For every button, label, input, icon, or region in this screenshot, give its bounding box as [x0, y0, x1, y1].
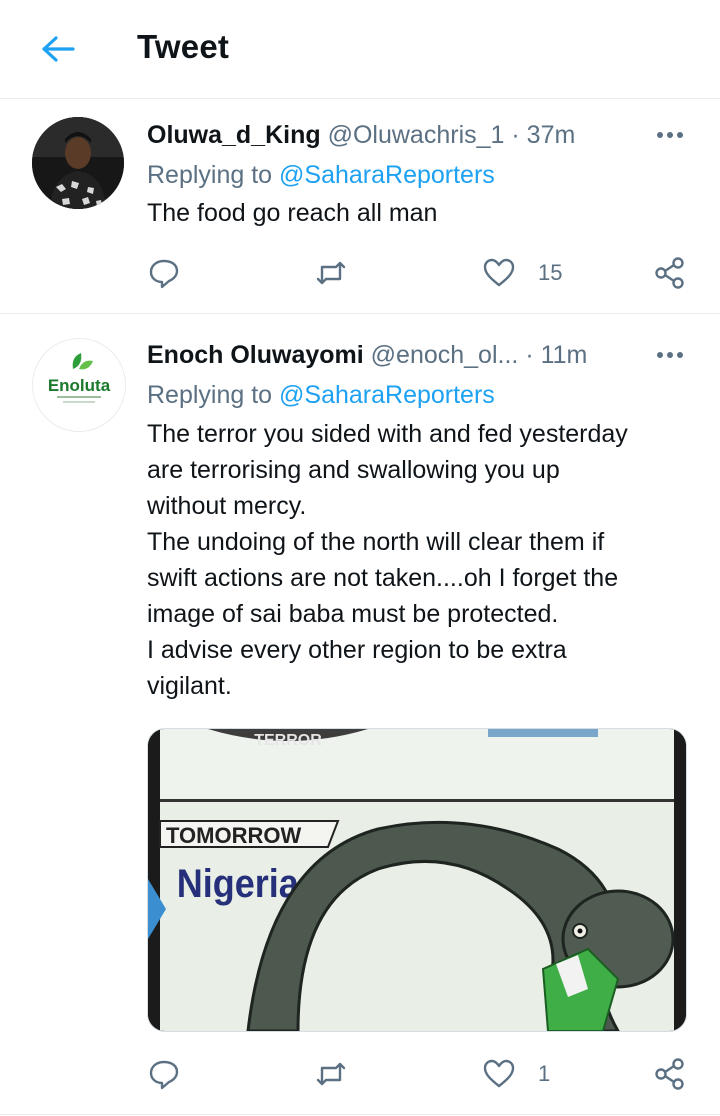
back-arrow-icon[interactable] — [40, 34, 76, 64]
display-name[interactable]: Enoch Oluwayomi — [147, 341, 364, 369]
avatar[interactable] — [32, 117, 124, 209]
replying-handle-link[interactable]: @SaharaReporters — [279, 381, 495, 409]
tweet-item[interactable]: Enoluta Enoch Oluwayomi @enoch_ol... · 1… — [0, 314, 720, 1115]
retweet-icon — [316, 1062, 346, 1086]
reply-button[interactable] — [147, 1054, 181, 1094]
display-name[interactable]: Oluwa_d_King — [147, 121, 321, 149]
reply-button[interactable] — [147, 253, 181, 293]
retweet-icon — [316, 261, 346, 285]
replying-prefix: Replying to — [147, 161, 273, 189]
replying-to: Replying to @SaharaReporters — [147, 161, 495, 190]
tweet-text: The food go reach all man — [147, 199, 438, 227]
media-subtitle: Nigeria — [177, 862, 300, 906]
timestamp: · 37m — [511, 121, 576, 149]
tweet-meta: Enoch Oluwayomi @enoch_ol... · 11m — [147, 341, 587, 370]
like-icon — [483, 258, 515, 287]
page-title: Tweet — [137, 28, 230, 65]
more-icon[interactable] — [654, 347, 686, 363]
share-button[interactable] — [652, 1054, 686, 1094]
user-handle[interactable]: @Oluwachris_1 — [328, 121, 505, 149]
timestamp: · 11m — [525, 341, 588, 369]
replying-prefix: Replying to — [147, 381, 273, 409]
more-icon[interactable] — [654, 127, 686, 143]
retweet-button[interactable] — [314, 253, 348, 293]
like-count: 1 — [538, 1061, 551, 1086]
retweet-button[interactable] — [314, 1054, 348, 1094]
share-icon — [655, 1058, 684, 1090]
top-app-bar: Tweet — [0, 0, 720, 99]
tweet-meta: Oluwa_d_King @Oluwachris_1 · 37m — [147, 121, 575, 150]
media-caption: TOMORROW — [166, 823, 301, 848]
replying-handle-link[interactable]: @SaharaReporters — [279, 161, 495, 189]
like-button[interactable]: 15 — [482, 253, 562, 293]
share-button[interactable] — [652, 253, 686, 293]
like-count: 15 — [538, 260, 563, 285]
tweet-media-image[interactable]: TERROR TOMORROW Nigeria — [147, 728, 687, 1032]
user-handle[interactable]: @enoch_ol... — [371, 341, 519, 369]
avatar-logo-text: Enoluta — [48, 376, 111, 395]
tweet-actions: 1 — [0, 1054, 720, 1094]
like-icon — [483, 1059, 515, 1088]
share-icon — [655, 257, 684, 289]
reply-icon — [149, 259, 179, 289]
tweet-item[interactable]: Oluwa_d_King @Oluwachris_1 · 37m Replyin… — [0, 99, 720, 314]
media-top-caption: TERROR — [254, 732, 322, 749]
tweet-text: The terror you sided with and fed yester… — [147, 420, 628, 700]
replying-to: Replying to @SaharaReporters — [147, 381, 495, 410]
like-button[interactable]: 1 — [482, 1054, 550, 1094]
tweet-actions: 15 — [0, 253, 720, 293]
avatar[interactable]: Enoluta — [32, 338, 126, 432]
reply-icon — [149, 1060, 179, 1090]
